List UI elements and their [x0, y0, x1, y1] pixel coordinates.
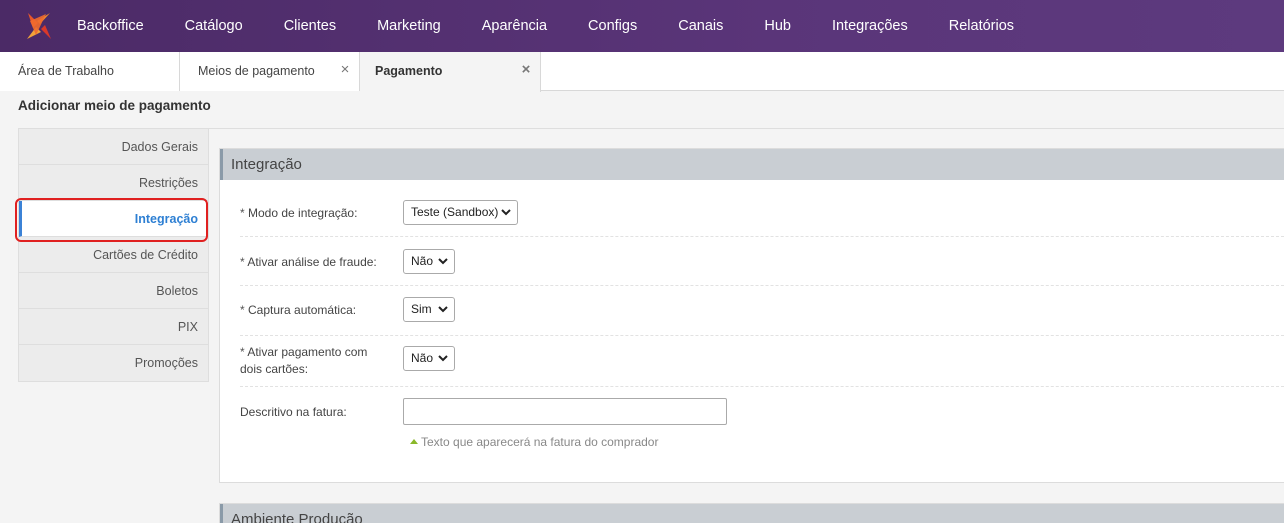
field-label: Descritivo na fatura: — [240, 405, 347, 419]
field-hint: Texto que aparecerá na fatura do comprad… — [410, 435, 658, 449]
dois-cartoes-select[interactable]: Não — [403, 346, 455, 371]
chevron-down-icon — [438, 355, 448, 362]
field-row-descritivo: Descritivo na fatura: Texto que aparecer… — [240, 398, 1284, 458]
nav-canais[interactable]: Canais — [658, 0, 744, 52]
nav-catalogo[interactable]: Catálogo — [164, 0, 263, 52]
field-label: * Ativar pagamento com dois cartões: — [240, 345, 368, 376]
side-item-cartoes-de-credito[interactable]: Cartões de Crédito — [19, 237, 208, 273]
nav-clientes[interactable]: Clientes — [263, 0, 356, 52]
analise-fraude-select[interactable]: Não — [403, 249, 455, 274]
integration-panel: Integração * Modo de integração: Teste (… — [219, 148, 1284, 483]
chevron-down-icon — [438, 258, 448, 265]
descritivo-fatura-input[interactable] — [403, 398, 727, 425]
chevron-down-icon — [438, 306, 448, 313]
caret-up-icon — [410, 439, 418, 444]
tab-label: Pagamento — [375, 64, 443, 78]
captura-automatica-select[interactable]: Sim — [403, 297, 455, 322]
field-row-dois-cartoes: * Ativar pagamento com dois cartões: Não — [240, 344, 1284, 387]
producao-panel: Ambiente Produção — [219, 503, 1284, 523]
nav-hub[interactable]: Hub — [744, 0, 812, 52]
field-label: * Captura automática: — [240, 303, 357, 317]
nav-marketing[interactable]: Marketing — [357, 0, 462, 52]
side-item-boletos[interactable]: Boletos — [19, 273, 208, 309]
field-row-fraude: * Ativar análise de fraude: Não — [240, 249, 1284, 286]
modo-integracao-select[interactable]: Teste (Sandbox) — [403, 200, 518, 225]
close-icon[interactable]: × — [519, 52, 533, 90]
nav-configs[interactable]: Configs — [568, 0, 658, 52]
nav-integracoes[interactable]: Integrações — [811, 0, 928, 52]
side-item-pix[interactable]: PIX — [19, 309, 208, 345]
close-icon[interactable]: × — [338, 52, 352, 90]
nav-aparencia[interactable]: Aparência — [461, 0, 567, 52]
panel-title: Ambiente Produção — [220, 504, 1284, 523]
panel-title: Integração — [220, 149, 1284, 180]
tab-label: Área de Trabalho — [18, 64, 114, 78]
top-navigation-bar: Backoffice Catálogo Clientes Marketing A… — [0, 0, 1284, 52]
tabs-bar: Área de Trabalho Meios de pagamento × Pa… — [0, 52, 1284, 92]
side-item-dados-gerais[interactable]: Dados Gerais — [19, 129, 208, 165]
nav-backoffice[interactable]: Backoffice — [77, 0, 164, 52]
tab-area-de-trabalho[interactable]: Área de Trabalho — [0, 52, 180, 91]
page-title: Adicionar meio de pagamento — [18, 98, 211, 113]
field-label: * Ativar análise de fraude: — [240, 255, 377, 269]
side-item-integracao[interactable]: Integração — [19, 201, 208, 237]
side-item-restricoes[interactable]: Restrições — [19, 165, 208, 201]
chevron-down-icon — [501, 209, 511, 216]
tab-pagamento[interactable]: Pagamento × — [360, 52, 541, 92]
tab-meios-de-pagamento[interactable]: Meios de pagamento × — [180, 52, 360, 91]
nav-relatorios[interactable]: Relatórios — [928, 0, 1034, 52]
field-row-modo: * Modo de integração: Teste (Sandbox) — [240, 200, 1284, 237]
field-row-captura: * Captura automática: Sim — [240, 297, 1284, 336]
brand-logo-icon[interactable] — [24, 11, 54, 41]
side-item-promocoes[interactable]: Promoções — [19, 345, 208, 381]
side-menu: Dados Gerais Restrições Integração Cartõ… — [18, 128, 209, 382]
tab-label: Meios de pagamento — [198, 64, 315, 78]
field-label: * Modo de integração: — [240, 206, 358, 220]
